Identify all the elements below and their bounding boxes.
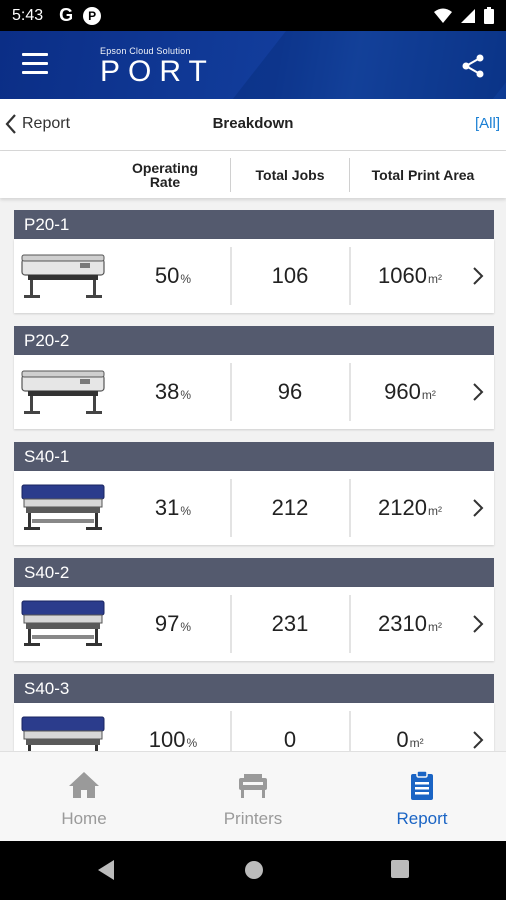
rate-unit: %	[180, 272, 192, 286]
total-jobs-value: 0	[283, 727, 297, 751]
rate-unit: %	[180, 504, 192, 518]
printer-row[interactable]: 38% 96 960 m²	[14, 355, 494, 429]
chevron-right-icon	[473, 731, 484, 749]
rate-unit: %	[180, 620, 192, 634]
rate-number: 100	[148, 727, 186, 751]
area-unit: m²	[427, 504, 442, 518]
printer-icon	[239, 774, 267, 798]
total-print-area-value: 2310 m²	[351, 587, 469, 661]
total-jobs-value: 231	[271, 611, 309, 636]
printer-row[interactable]: 50% 106 1060 m²	[14, 239, 494, 313]
printer-image	[21, 600, 105, 646]
back-triangle-icon[interactable]	[96, 859, 116, 881]
area-number: 960	[384, 379, 421, 404]
printer-image	[21, 716, 105, 751]
printer-name: P20-1	[14, 210, 494, 239]
area-unit: m²	[421, 388, 436, 402]
operating-rate-value: 97%	[126, 587, 220, 661]
area-number: 2310	[378, 611, 427, 636]
column-headers: Operating Rate Total Jobs Total Print Ar…	[0, 151, 506, 198]
total-print-area-value: 960 m²	[351, 355, 469, 429]
printer-image	[21, 484, 105, 530]
printer-row[interactable]: 97% 231 2310 m²	[14, 587, 494, 661]
menu-icon[interactable]	[22, 53, 48, 75]
printer-card: S40-2 97% 231 2310 m²	[14, 558, 494, 661]
tab-label: Report	[396, 809, 448, 828]
printer-image	[21, 370, 105, 414]
total-jobs-value: 212	[271, 495, 309, 520]
tab-report[interactable]: Report	[338, 752, 506, 842]
printer-row[interactable]: 100% 0 0 m²	[14, 703, 494, 751]
total-jobs-value: 96	[277, 379, 303, 404]
status-time: 5:43	[12, 6, 44, 24]
column-total-print-area: Total Print Area	[371, 166, 475, 183]
battery-icon	[484, 7, 494, 24]
brand-logo: Epson Cloud Solution PORT	[100, 46, 215, 87]
total-jobs-value: 106	[271, 263, 309, 288]
google-icon: G	[59, 5, 74, 25]
total-print-area-value: 1060 m²	[351, 239, 469, 313]
column-total-jobs: Total Jobs	[255, 166, 325, 183]
brand-name: PORT	[100, 55, 215, 88]
printer-card: S40-1 31% 212 2120 m²	[14, 442, 494, 545]
printer-list: P20-1 50% 106 1060 m² P20-2 38% 96 960 m² …	[0, 198, 506, 751]
recents-square-icon[interactable]	[390, 859, 410, 879]
rate-number: 31	[154, 495, 180, 520]
share-icon[interactable]	[460, 53, 486, 79]
operating-rate-value: 38%	[126, 355, 220, 429]
nav-bar: Report Breakdown [All]	[0, 99, 506, 151]
area-unit: m²	[427, 620, 442, 634]
filter-all-button[interactable]: [All]	[475, 115, 500, 132]
total-print-area-value: 0 m²	[351, 703, 469, 751]
rate-number: 50	[154, 263, 180, 288]
clipboard-icon	[411, 770, 433, 800]
tab-printers[interactable]: Printers	[169, 752, 337, 842]
area-number: 0	[396, 727, 409, 751]
operating-rate-value: 50%	[126, 239, 220, 313]
printer-name: S40-1	[14, 442, 494, 471]
chevron-right-icon	[473, 615, 484, 633]
area-number: 2120	[378, 495, 427, 520]
home-circle-icon[interactable]	[243, 859, 265, 881]
rate-unit: %	[186, 736, 198, 750]
system-navigation-bar	[0, 841, 506, 900]
chevron-right-icon	[473, 383, 484, 401]
rate-number: 38	[154, 379, 180, 404]
total-print-area-value: 2120 m²	[351, 471, 469, 545]
app-notification-icon: P	[83, 6, 102, 25]
rate-number: 97	[154, 611, 180, 636]
brand-subtitle: Epson Cloud Solution	[100, 46, 191, 56]
tab-label: Home	[61, 809, 107, 828]
page-title: Breakdown	[212, 115, 294, 132]
operating-rate-value: 31%	[126, 471, 220, 545]
status-bar: 5:43 G P	[0, 0, 506, 31]
chevron-right-icon	[473, 267, 484, 285]
column-operating-rate: Operating Rate	[131, 159, 199, 190]
tab-label: Printers	[223, 809, 283, 828]
printer-name: S40-3	[14, 674, 494, 703]
app-header: Epson Cloud Solution PORT	[0, 31, 506, 99]
printer-image	[21, 254, 105, 298]
wifi-icon	[434, 8, 452, 23]
printer-name: P20-2	[14, 326, 494, 355]
area-unit: m²	[427, 272, 442, 286]
home-icon	[69, 772, 99, 798]
signal-icon	[461, 8, 475, 23]
printer-row[interactable]: 31% 212 2120 m²	[14, 471, 494, 545]
printer-card: S40-3 100% 0 0 m²	[14, 674, 494, 751]
bottom-tab-bar: Home Printers Report	[0, 751, 506, 841]
chevron-right-icon	[473, 499, 484, 517]
printer-card: P20-1 50% 106 1060 m²	[14, 210, 494, 313]
operating-rate-value: 100%	[126, 703, 220, 751]
area-unit: m²	[409, 736, 424, 750]
tab-home[interactable]: Home	[0, 752, 168, 842]
printer-card: P20-2 38% 96 960 m²	[14, 326, 494, 429]
area-number: 1060	[378, 263, 427, 288]
printer-name: S40-2	[14, 558, 494, 587]
rate-unit: %	[180, 388, 192, 402]
